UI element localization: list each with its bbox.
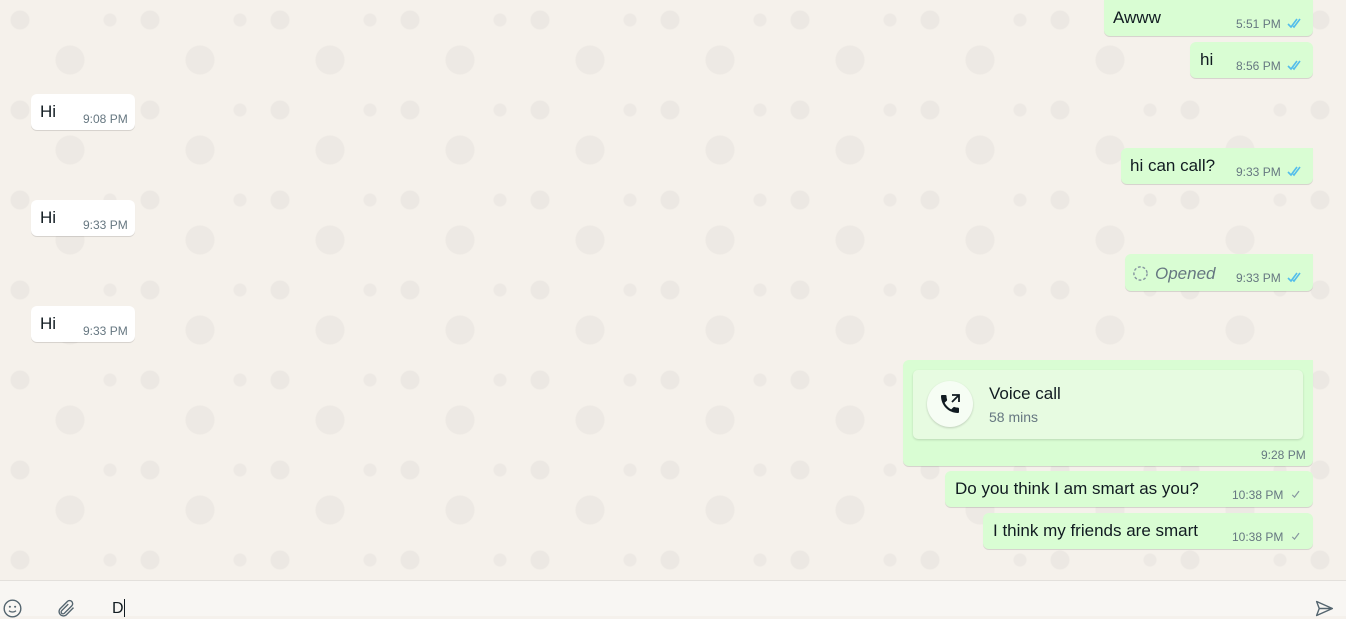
emoji-icon[interactable] [2, 598, 23, 619]
double-check-icon [1287, 18, 1301, 29]
message-bubble-outgoing[interactable]: Opened 9:33 PM [1125, 254, 1313, 291]
single-check-icon [1291, 532, 1300, 541]
message-time: 10:38 PM [1232, 488, 1284, 502]
double-check-icon [1287, 60, 1301, 71]
message-time: 9:33 PM [1236, 271, 1281, 285]
message-text: Hi [40, 102, 57, 121]
message-time: 9:33 PM [1236, 165, 1281, 179]
message-text: Hi [40, 314, 57, 333]
message-input-text: D [112, 600, 124, 617]
call-icon-circle [927, 381, 973, 427]
message-text: I think my friends are smart [993, 521, 1199, 540]
view-once-icon [1133, 266, 1148, 281]
phone-outgoing-icon [941, 394, 960, 413]
message-time: 5:51 PM [1236, 17, 1281, 31]
message-bubble-incoming[interactable]: Hi 9:08 PM [31, 94, 135, 130]
message-time: 9:28 PM [1261, 448, 1306, 462]
message-input[interactable]: D [110, 589, 1290, 617]
call-title: Voice call [989, 384, 1061, 403]
message-bubble-outgoing[interactable]: hi 8:56 PM [1190, 42, 1313, 78]
message-bubble-outgoing[interactable]: Do you think I am smart as you? 10:38 PM [945, 471, 1313, 507]
message-text: Opened [1155, 264, 1216, 283]
message-text: hi can call? [1130, 156, 1216, 175]
message-bubble-incoming[interactable]: Hi 9:33 PM [31, 200, 135, 236]
message-bubble-outgoing[interactable]: hi can call? 9:33 PM [1121, 148, 1313, 184]
double-check-icon [1287, 272, 1301, 283]
message-time: 9:33 PM [83, 324, 128, 338]
message-text: Awww [1113, 8, 1161, 27]
paperclip-icon[interactable] [56, 598, 77, 619]
message-time: 8:56 PM [1236, 59, 1281, 73]
message-bubble-outgoing[interactable]: Awww 5:51 PM [1104, 0, 1313, 36]
call-log-bubble[interactable]: Voice call 58 mins 9:28 PM [903, 360, 1313, 466]
message-time: 9:33 PM [83, 218, 128, 232]
voice-call-card[interactable]: Voice call 58 mins [913, 370, 1303, 439]
send-icon[interactable] [1313, 598, 1336, 619]
message-composer: D [0, 580, 1346, 619]
message-bubble-incoming[interactable]: Hi 9:33 PM [31, 306, 135, 342]
message-time: 10:38 PM [1232, 530, 1284, 544]
message-text: hi [1200, 50, 1214, 69]
double-check-icon [1287, 166, 1301, 177]
message-text: Do you think I am smart as you? [955, 479, 1199, 498]
call-duration: 58 mins [989, 409, 1039, 425]
message-text: Hi [40, 208, 57, 227]
message-bubble-outgoing[interactable]: I think my friends are smart 10:38 PM [983, 513, 1313, 549]
text-cursor [124, 599, 125, 617]
single-check-icon [1291, 490, 1300, 499]
chat-panel: Awww 5:51 PM hi 8:56 PM Hi 9:08 PM hi ca… [0, 0, 1346, 580]
message-time: 9:08 PM [83, 112, 128, 126]
